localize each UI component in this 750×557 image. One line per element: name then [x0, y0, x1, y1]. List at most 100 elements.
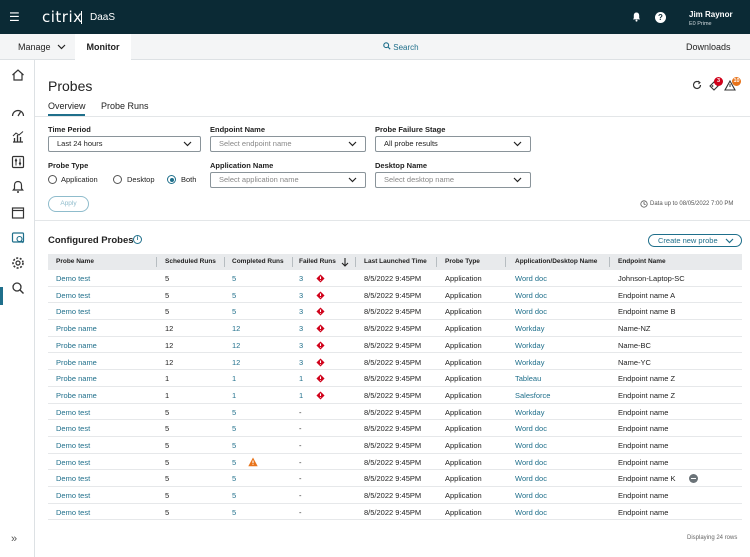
monitor-tab[interactable]: Monitor — [75, 34, 131, 60]
menu-icon[interactable]: ☰ — [9, 10, 20, 24]
cell-app-desktop-name[interactable]: Word doc — [515, 474, 547, 483]
desktop-name-select[interactable]: Select desktop name — [375, 172, 531, 188]
apply-button[interactable]: Apply — [48, 196, 89, 212]
cell-probe-name[interactable]: Probe name — [56, 391, 97, 400]
col-probe-name[interactable]: Probe Name — [56, 258, 94, 265]
help-icon[interactable]: ? — [655, 12, 666, 23]
error-icon — [316, 341, 325, 350]
cell-app-desktop-name[interactable]: Salesforce — [515, 391, 550, 400]
downloads-link[interactable]: Downloads — [686, 42, 731, 52]
cell-failed-runs[interactable]: 3 — [299, 358, 303, 367]
cell-completed-runs[interactable]: 12 — [232, 341, 240, 350]
search-link[interactable]: Search — [383, 42, 419, 52]
manage-menu[interactable]: Manage — [18, 42, 66, 52]
tab-overview[interactable]: Overview — [48, 101, 86, 111]
settings-icon[interactable] — [11, 256, 25, 270]
cell-completed-runs[interactable]: 5 — [232, 408, 236, 417]
cell-completed-runs[interactable]: 5 — [232, 441, 236, 450]
radio-application[interactable] — [48, 175, 57, 184]
remove-circle-icon[interactable] — [689, 474, 698, 484]
cell-app-desktop-name[interactable]: Word doc — [515, 291, 547, 300]
col-scheduled-runs[interactable]: Scheduled Runs — [165, 258, 216, 265]
col-completed-runs[interactable]: Completed Runs — [232, 258, 284, 265]
refresh-icon[interactable] — [692, 80, 702, 90]
filters-icon[interactable] — [11, 155, 25, 169]
cell-probe-name[interactable]: Demo test — [56, 307, 90, 316]
time-period-select[interactable]: Last 24 hours — [48, 136, 201, 152]
cell-last-launched: 8/5/2022 9:45PM — [364, 424, 422, 434]
cell-probe-name[interactable]: Demo test — [56, 474, 90, 483]
application-name-select[interactable]: Select application name — [210, 172, 366, 188]
col-probe-type[interactable]: Probe Type — [445, 258, 480, 265]
failure-stage-select[interactable]: All probe results — [375, 136, 531, 152]
cell-app-desktop-name[interactable]: Workday — [515, 408, 544, 417]
cell-failed-runs[interactable]: 3 — [299, 307, 303, 316]
cell-completed-runs[interactable]: 1 — [232, 374, 236, 383]
info-icon[interactable]: i — [133, 235, 142, 244]
cell-completed-runs[interactable]: 5 — [232, 474, 236, 483]
alerts-icon[interactable] — [11, 180, 25, 194]
cell-probe-name[interactable]: Demo test — [56, 491, 90, 500]
probes-icon[interactable] — [11, 231, 25, 245]
cell-probe-name[interactable]: Probe name — [56, 341, 97, 350]
cell-app-desktop-name[interactable]: Word doc — [515, 491, 547, 500]
col-app-desktop-name[interactable]: Application/Desktop Name — [515, 258, 597, 265]
cell-probe-name[interactable]: Demo test — [56, 424, 90, 433]
cell-completed-runs[interactable]: 5 — [232, 307, 236, 316]
cell-app-desktop-name[interactable]: Workday — [515, 358, 544, 367]
cell-completed-runs[interactable]: 5 — [232, 274, 236, 283]
cell-app-desktop-name[interactable]: Workday — [515, 324, 544, 333]
cell-completed-runs[interactable]: 12 — [232, 324, 240, 333]
window-icon[interactable] — [11, 206, 25, 220]
expand-icon[interactable]: » — [11, 533, 17, 545]
cell-probe-name[interactable]: Probe name — [56, 358, 97, 367]
cell-probe-name[interactable]: Probe name — [56, 324, 97, 333]
chart-icon[interactable] — [11, 130, 25, 144]
cell-app-desktop-name[interactable]: Tableau — [515, 374, 541, 383]
radio-desktop[interactable] — [113, 175, 122, 184]
dashboard-icon[interactable] — [11, 106, 25, 120]
endpoint-name-select[interactable]: Select endpoint name — [210, 136, 366, 152]
cell-failed-runs[interactable]: 3 — [299, 274, 303, 283]
cell-failed-runs[interactable]: 3 — [299, 341, 303, 350]
col-endpoint-name[interactable]: Endpoint Name — [618, 258, 666, 265]
sort-arrow-icon[interactable] — [341, 257, 349, 267]
cell-app-desktop-name[interactable]: Word doc — [515, 508, 547, 517]
tab-probe-runs[interactable]: Probe Runs — [101, 101, 149, 111]
cell-app-desktop-name[interactable]: Word doc — [515, 458, 547, 467]
cell-completed-runs[interactable]: 5 — [232, 491, 236, 500]
cell-probe-name[interactable]: Demo test — [56, 441, 90, 450]
cell-failed-runs[interactable]: 1 — [299, 391, 303, 400]
cell-probe-type: Application — [445, 507, 482, 517]
cell-probe-name[interactable]: Probe name — [56, 374, 97, 383]
cell-probe-name[interactable]: Demo test — [56, 508, 90, 517]
col-last-launched[interactable]: Last Launched Time — [364, 258, 427, 265]
cell-failed-runs[interactable]: 1 — [299, 374, 303, 383]
home-icon[interactable] — [11, 68, 25, 82]
cell-completed-runs[interactable]: 5 — [232, 458, 236, 467]
cell-probe-name[interactable]: Demo test — [56, 291, 90, 300]
cell-app-desktop-name[interactable]: Word doc — [515, 274, 547, 283]
cell-probe-name[interactable]: Demo test — [56, 458, 90, 467]
cell-probe-name[interactable]: Demo test — [56, 274, 90, 283]
cell-failed-runs[interactable]: 3 — [299, 291, 303, 300]
create-new-probe-button[interactable]: Create new probe — [648, 234, 742, 247]
cell-app-desktop-name[interactable]: Word doc — [515, 424, 547, 433]
cell-completed-runs[interactable]: 5 — [232, 424, 236, 433]
cell-completed-runs[interactable]: 12 — [232, 358, 240, 367]
cell-completed-runs[interactable]: 5 — [232, 508, 236, 517]
cell-completed-runs[interactable]: 5 — [232, 291, 236, 300]
cell-app-desktop-name[interactable]: Word doc — [515, 441, 547, 450]
cell-app-desktop-name[interactable]: Workday — [515, 341, 544, 350]
cell-probe-name[interactable]: Demo test — [56, 408, 90, 417]
cell-app-desktop-name[interactable]: Word doc — [515, 307, 547, 316]
cell-completed-runs[interactable]: 1 — [232, 391, 236, 400]
sidebar: » — [0, 60, 35, 557]
bell-icon[interactable] — [632, 12, 641, 22]
col-failed-runs[interactable]: Failed Runs — [299, 258, 336, 265]
cell-scheduled-runs: 12 — [165, 357, 174, 367]
search-icon[interactable] — [11, 281, 25, 295]
cell-failed-runs[interactable]: 3 — [299, 324, 303, 333]
user-name[interactable]: Jim Raynor — [689, 10, 733, 19]
radio-both[interactable] — [167, 175, 176, 184]
